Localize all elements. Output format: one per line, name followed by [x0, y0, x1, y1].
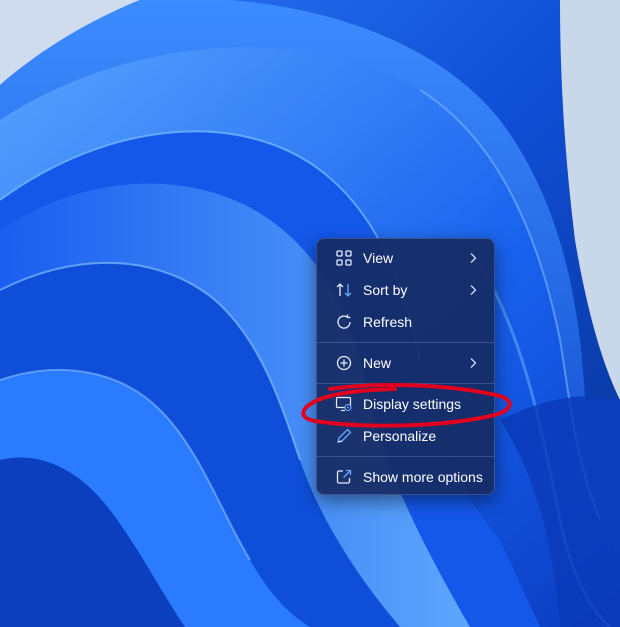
refresh-icon [335, 313, 353, 331]
menu-separator [317, 342, 494, 343]
menu-separator [317, 456, 494, 457]
menu-separator [317, 383, 494, 384]
pen-icon [335, 427, 353, 445]
menu-item-view[interactable]: View [321, 242, 490, 274]
open-external-icon [335, 468, 353, 486]
menu-item-new[interactable]: New [321, 347, 490, 379]
chevron-right-icon [468, 357, 478, 369]
menu-item-label: Personalize [363, 428, 437, 444]
menu-item-label: View [363, 250, 394, 266]
menu-item-sort-by[interactable]: Sort by [321, 274, 490, 306]
chevron-right-icon [468, 252, 478, 264]
desktop-context-menu: View Sort by Refresh New Display setting… [316, 238, 495, 495]
menu-item-display-settings[interactable]: Display settings [321, 388, 490, 420]
menu-item-label: Display settings [363, 396, 462, 412]
view-grid-icon [335, 249, 353, 267]
plus-circle-icon [335, 354, 353, 372]
menu-item-refresh[interactable]: Refresh [321, 306, 490, 338]
menu-item-show-more-options[interactable]: Show more options [321, 461, 490, 493]
desktop-wallpaper [0, 0, 620, 627]
chevron-right-icon [468, 284, 478, 296]
menu-item-label: Sort by [363, 282, 408, 298]
sort-arrows-icon [335, 281, 353, 299]
display-settings-icon [335, 395, 353, 413]
menu-item-label: Show more options [363, 469, 483, 485]
menu-item-personalize[interactable]: Personalize [321, 420, 490, 452]
menu-item-label: Refresh [363, 314, 413, 330]
menu-item-label: New [363, 355, 392, 371]
